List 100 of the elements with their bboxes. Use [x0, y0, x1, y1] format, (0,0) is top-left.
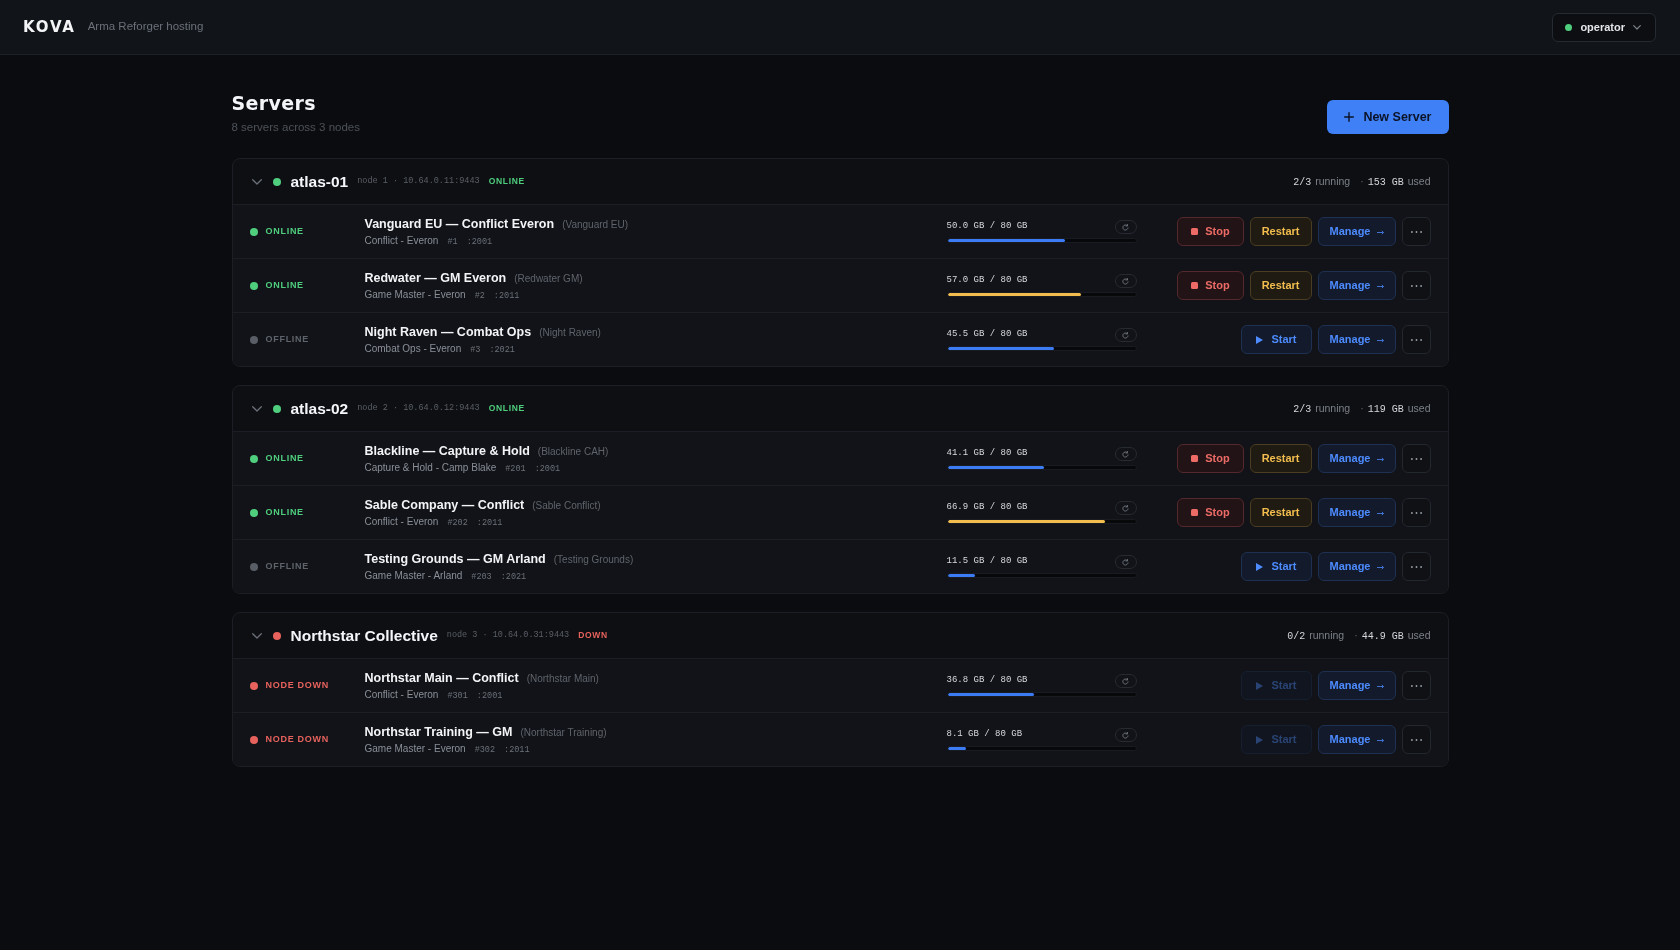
- ellipsis-icon: [1410, 565, 1422, 568]
- more-button[interactable]: [1401, 552, 1431, 581]
- server-status: OFFLINE: [265, 332, 310, 346]
- refresh-icon: [1122, 504, 1129, 512]
- used-label: used: [1407, 627, 1431, 643]
- stop-button[interactable]: Stop: [1177, 444, 1244, 473]
- ellipsis-icon: [1410, 338, 1422, 341]
- manage-button[interactable]: Manage: [1317, 325, 1396, 354]
- refresh-icon: [1122, 331, 1129, 339]
- arrow-right-icon: [1376, 511, 1384, 516]
- more-button[interactable]: [1401, 444, 1431, 473]
- server-mode: Conflict - Everon: [364, 233, 439, 248]
- user-menu-button[interactable]: operator: [1552, 12, 1656, 42]
- new-server-button[interactable]: New Server: [1327, 100, 1449, 134]
- separator: ·: [1360, 173, 1364, 189]
- server-status: ONLINE: [265, 451, 304, 465]
- node-meta: node 1 · 10.64.0.11:9443: [357, 175, 480, 188]
- restart-button[interactable]: Restart: [1249, 271, 1312, 300]
- storage-usage: 45.5 GB / 80 GB: [946, 328, 1028, 342]
- chevron-down-icon[interactable]: [251, 405, 262, 412]
- storage-usage: 66.9 GB / 80 GB: [946, 501, 1028, 515]
- node-status: DOWN: [578, 629, 608, 642]
- restart-button[interactable]: Restart: [1249, 498, 1312, 527]
- play-icon: [1256, 735, 1264, 744]
- more-button[interactable]: [1401, 325, 1431, 354]
- stop-button[interactable]: Stop: [1177, 498, 1244, 527]
- server-name: Northstar Training — GM: [364, 723, 513, 741]
- storage-usage: 41.1 GB / 80 GB: [946, 447, 1028, 461]
- arrow-right-icon: [1376, 338, 1384, 343]
- server-port: :2001: [534, 462, 561, 476]
- running-label: running: [1315, 173, 1351, 189]
- arrow-right-icon: [1376, 684, 1384, 689]
- more-button[interactable]: [1401, 271, 1431, 300]
- server-port: :2011: [476, 516, 503, 530]
- manage-button[interactable]: Manage: [1317, 725, 1396, 754]
- server-port: :2021: [500, 570, 527, 584]
- server-number: #2: [474, 289, 485, 303]
- node-name: Northstar Collective: [290, 625, 438, 646]
- running-count: 0/2: [1287, 629, 1306, 644]
- ellipsis-icon: [1410, 457, 1422, 460]
- node-meta: node 3 · 10.64.0.31:9443: [446, 629, 570, 642]
- more-button[interactable]: [1401, 217, 1431, 246]
- server-mode: Game Master - Everon: [364, 287, 466, 302]
- server-alias: (Sable Conflict): [532, 498, 601, 513]
- server-mode: Combat Ops - Everon: [364, 341, 462, 356]
- separator: ·: [1354, 627, 1358, 643]
- server-alias: (Vanguard EU): [562, 217, 629, 232]
- manage-button[interactable]: Manage: [1317, 271, 1396, 300]
- server-name: Sable Company — Conflict: [364, 496, 525, 514]
- server-port: :2011: [493, 289, 520, 303]
- stop-button[interactable]: Stop: [1177, 271, 1244, 300]
- start-button[interactable]: Start: [1241, 552, 1312, 581]
- manage-button[interactable]: Manage: [1317, 552, 1396, 581]
- server-mode: Conflict - Everon: [364, 514, 439, 529]
- more-button[interactable]: [1401, 498, 1431, 527]
- refresh-icon: [1122, 731, 1129, 739]
- node-status: ONLINE: [488, 175, 525, 188]
- running-label: running: [1309, 627, 1345, 643]
- ellipsis-icon: [1410, 684, 1422, 687]
- server-alias: (Redwater GM): [514, 271, 583, 286]
- stop-button[interactable]: Stop: [1177, 217, 1244, 246]
- play-icon: [1256, 562, 1264, 571]
- server-name: Blackline — Capture & Hold: [364, 442, 530, 460]
- server-alias: (Testing Grounds): [553, 552, 634, 567]
- server-status: NODE DOWN: [265, 732, 329, 746]
- refresh-icon: [1122, 558, 1129, 566]
- server-mode: Game Master - Arland: [364, 568, 463, 583]
- server-status: OFFLINE: [265, 559, 310, 573]
- ellipsis-icon: [1410, 230, 1422, 233]
- restart-button[interactable]: Restart: [1249, 217, 1312, 246]
- more-button[interactable]: [1401, 671, 1431, 700]
- page-subtitle: 8 servers across 3 nodes: [231, 120, 360, 135]
- refresh-icon: [1122, 677, 1129, 685]
- manage-button[interactable]: Manage: [1317, 217, 1396, 246]
- stop-icon: [1191, 228, 1199, 235]
- plus-icon: [1344, 112, 1355, 122]
- manage-button[interactable]: Manage: [1317, 498, 1396, 527]
- chevron-down-icon[interactable]: [251, 632, 262, 639]
- storage-usage: 50.0 GB / 80 GB: [946, 220, 1028, 234]
- server-port: :2001: [476, 689, 503, 703]
- chevron-down-icon[interactable]: [251, 178, 262, 185]
- manage-button[interactable]: Manage: [1317, 444, 1396, 473]
- stop-icon: [1191, 282, 1199, 289]
- arrow-right-icon: [1376, 230, 1384, 235]
- storage-usage: 11.5 GB / 80 GB: [946, 555, 1028, 569]
- node-name: atlas-01: [290, 171, 349, 192]
- start-button[interactable]: Start: [1241, 325, 1312, 354]
- chevron-down-icon: [1633, 24, 1641, 30]
- page-title: Servers: [231, 91, 318, 115]
- more-button[interactable]: [1401, 725, 1431, 754]
- running-label: running: [1315, 400, 1351, 416]
- ellipsis-icon: [1410, 511, 1422, 514]
- server-status: ONLINE: [265, 278, 304, 292]
- stop-icon: [1191, 509, 1199, 516]
- server-name: Vanguard EU — Conflict Everon: [364, 215, 555, 233]
- restart-button[interactable]: Restart: [1249, 444, 1312, 473]
- server-number: #203: [471, 570, 492, 584]
- separator: ·: [1360, 400, 1364, 416]
- server-name: Northstar Main — Conflict: [364, 669, 519, 687]
- manage-button[interactable]: Manage: [1317, 671, 1396, 700]
